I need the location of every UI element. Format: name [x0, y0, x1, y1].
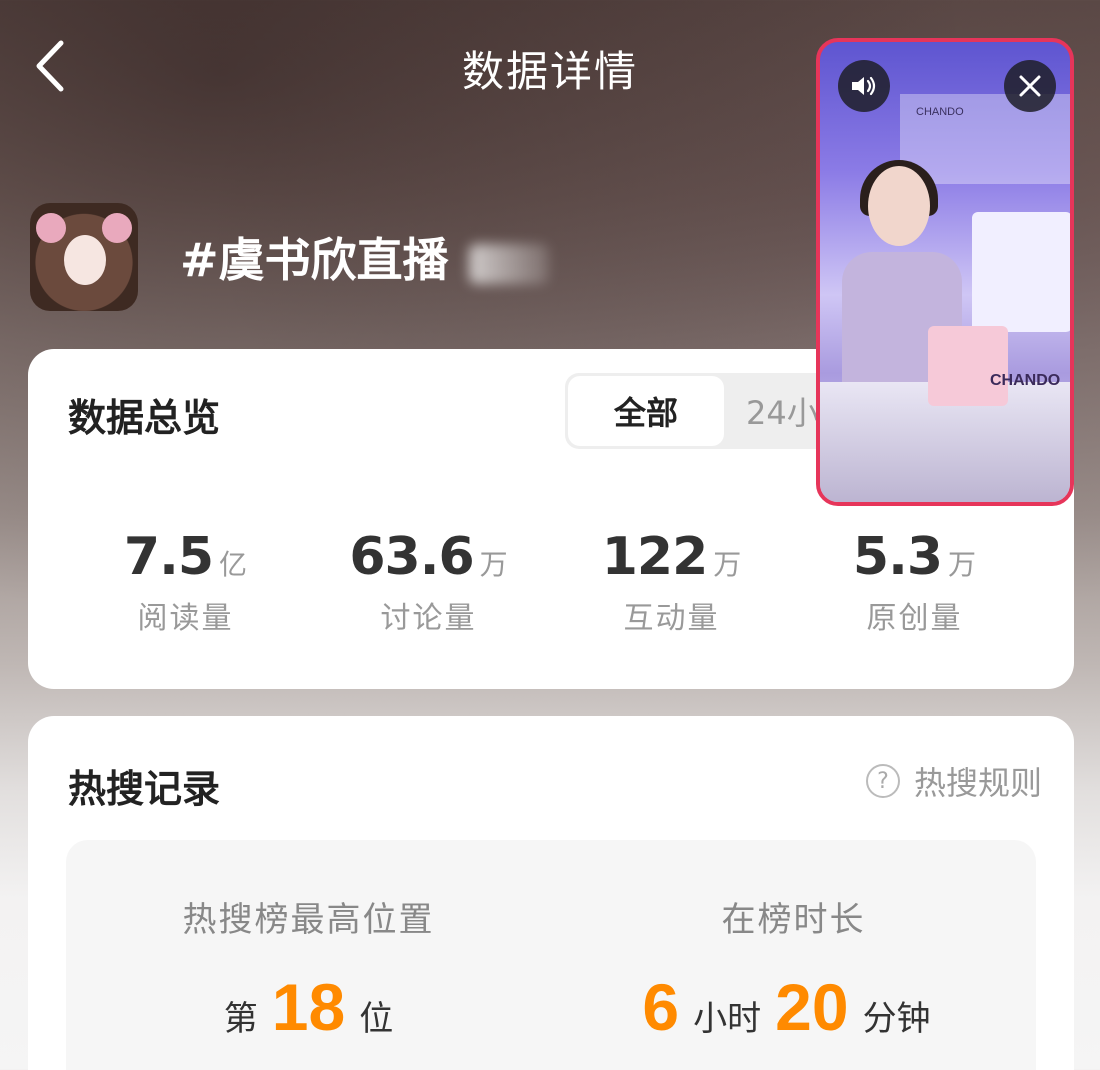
brand-label: CHANDO	[990, 372, 1061, 389]
stat-interactions: 122 万 互动量	[550, 527, 793, 637]
hot-search-card: 热搜记录 ? 热搜规则 热搜榜最高位置 第 18 位 在榜时长 6 小时 20 …	[28, 716, 1074, 1070]
stats-row: 7.5 亿 阅读量 63.6 万 讨论量 122 万 互动量 5.3 万 原创量	[28, 527, 1074, 637]
stat-unit: 万	[479, 548, 508, 581]
stat-unit: 万	[713, 548, 742, 581]
product-box	[928, 326, 1008, 406]
overview-title: 数据总览	[68, 396, 221, 440]
best-position: 热搜榜最高位置 第 18 位	[66, 892, 551, 1045]
question-icon: ?	[865, 764, 900, 798]
hot-stats-box: 热搜榜最高位置 第 18 位 在榜时长 6 小时 20 分钟	[66, 840, 1036, 1070]
close-icon	[1019, 75, 1041, 97]
best-position-prefix: 第	[223, 999, 258, 1039]
topic-title: #虞书欣直播	[180, 224, 549, 290]
stat-reads: 7.5 亿 阅读量	[64, 527, 307, 637]
stat-value: 63.6	[349, 527, 474, 587]
stat-unit: 亿	[219, 548, 248, 581]
stat-originals: 5.3 万 原创量	[793, 527, 1036, 637]
topic-title-text: #虞书欣直播	[180, 233, 449, 287]
sound-button[interactable]	[838, 60, 890, 112]
display-board	[972, 212, 1070, 332]
duration-hours: 6	[642, 970, 680, 1044]
stat-label: 互动量	[623, 601, 720, 636]
duration-minutes-unit: 分钟	[862, 999, 931, 1039]
stat-discussions: 63.6 万 讨论量	[307, 527, 550, 637]
host-head	[868, 166, 930, 246]
blur-overlay	[468, 243, 549, 284]
duration-minutes: 20	[775, 970, 849, 1044]
best-position-value: 18	[271, 970, 346, 1044]
stat-label: 阅读量	[137, 601, 234, 636]
tab-24h[interactable]: 24小	[724, 376, 819, 446]
tab-all[interactable]: 全部	[568, 376, 724, 446]
speaker-icon	[852, 76, 876, 96]
hot-rules-label: 热搜规则	[913, 764, 1042, 802]
hot-rules-link[interactable]: ? 热搜规则	[865, 758, 1042, 804]
close-button[interactable]	[1004, 60, 1056, 112]
live-video-pip[interactable]: CHANDO CHANDO	[816, 38, 1074, 506]
best-position-suffix: 位	[359, 999, 394, 1039]
hot-search-title: 热搜记录	[68, 767, 221, 811]
duration-hours-unit: 小时	[693, 999, 762, 1039]
avatar[interactable]	[30, 203, 138, 311]
duration-label: 在榜时长	[721, 900, 866, 940]
duration: 在榜时长 6 小时 20 分钟	[551, 892, 1036, 1045]
stat-value: 5.3	[852, 527, 943, 587]
stat-value: 7.5	[123, 527, 214, 587]
stat-value: 122	[601, 527, 709, 587]
stat-unit: 万	[948, 548, 977, 581]
brand-sign: CHANDO	[916, 106, 964, 118]
stat-label: 讨论量	[380, 601, 477, 636]
stat-label: 原创量	[866, 601, 963, 636]
topic-header: #虞书欣直播	[30, 203, 549, 311]
best-position-label: 热搜榜最高位置	[182, 900, 435, 940]
